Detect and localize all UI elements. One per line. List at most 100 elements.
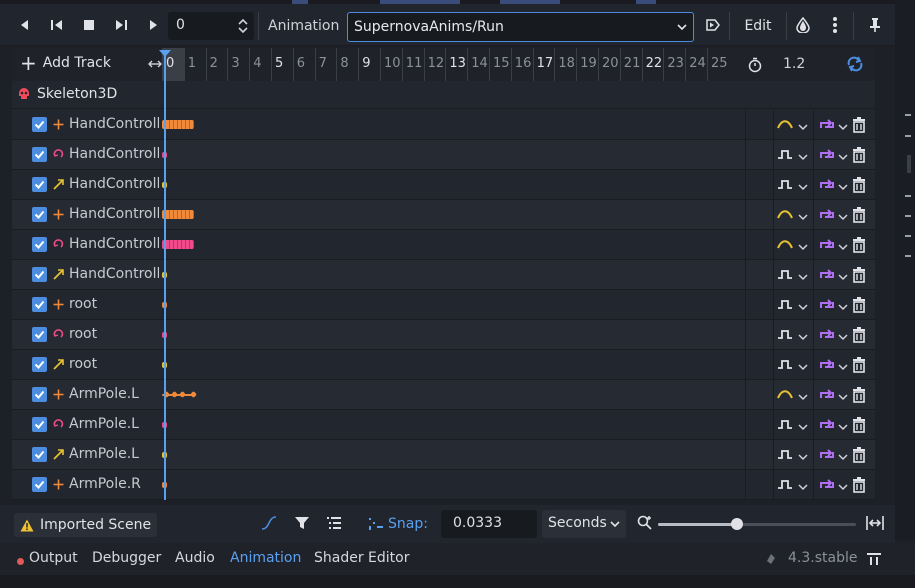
loop-wrap-dropdown[interactable]	[838, 180, 848, 196]
track-enabled-checkbox[interactable]	[32, 387, 47, 402]
interpolation-mode-button[interactable]	[777, 148, 793, 164]
loop-icon[interactable]	[846, 56, 864, 72]
track-keyframe-lane[interactable]	[162, 380, 745, 410]
track-keyframe-lane[interactable]	[162, 140, 745, 170]
track-name[interactable]: ArmPole.R	[69, 476, 159, 492]
track-name[interactable]: root	[69, 356, 159, 372]
track-keyframe-lane[interactable]	[162, 170, 745, 200]
interpolation-mode-button[interactable]	[777, 178, 793, 194]
track-row[interactable]: ArmPole.R	[12, 470, 875, 500]
skeleton-group-row[interactable]: Skeleton3D	[12, 81, 875, 109]
play-backwards-from-end-button[interactable]	[12, 12, 38, 38]
interpolation-mode-button[interactable]	[777, 328, 793, 344]
track-enabled-checkbox[interactable]	[32, 267, 47, 282]
track-name[interactable]: root	[69, 296, 159, 312]
loop-wrap-dropdown[interactable]	[838, 390, 848, 406]
track-keyframe-lane[interactable]	[162, 230, 745, 260]
pin-button[interactable]	[864, 12, 886, 38]
delete-track-button[interactable]	[852, 387, 866, 407]
imported-scene-warning[interactable]: Imported Scene	[14, 513, 158, 537]
delete-track-button[interactable]	[852, 207, 866, 227]
expand-horizontal-icon[interactable]	[148, 57, 162, 71]
keyframe[interactable]	[170, 390, 179, 399]
bezier-curve-icon[interactable]	[260, 515, 278, 531]
loop-wrap-dropdown[interactable]	[838, 240, 848, 256]
tab-shader-editor[interactable]: Shader Editor	[314, 550, 409, 566]
track-enabled-checkbox[interactable]	[32, 177, 47, 192]
track-enabled-checkbox[interactable]	[32, 117, 47, 132]
track-row[interactable]: HandControll	[12, 230, 875, 260]
track-row[interactable]: HandControll	[12, 200, 875, 230]
interpolation-dropdown[interactable]	[798, 300, 808, 316]
interpolation-dropdown[interactable]	[798, 360, 808, 376]
track-enabled-checkbox[interactable]	[32, 357, 47, 372]
track-row[interactable]: root	[12, 320, 875, 350]
interpolation-dropdown[interactable]	[798, 330, 808, 346]
interpolation-mode-button[interactable]	[777, 388, 793, 404]
interpolation-dropdown[interactable]	[798, 420, 808, 436]
loop-wrap-dropdown[interactable]	[838, 120, 848, 136]
delete-track-button[interactable]	[852, 447, 866, 467]
keyframe[interactable]	[189, 390, 198, 399]
stop-button[interactable]	[76, 12, 102, 38]
track-name[interactable]: HandControll	[69, 116, 159, 132]
track-row[interactable]: HandControll	[12, 140, 875, 170]
track-row[interactable]: ArmPole.L	[12, 380, 875, 410]
loop-wrap-dropdown[interactable]	[838, 300, 848, 316]
time-units-select[interactable]: Seconds	[542, 510, 626, 538]
play-backwards-button[interactable]	[44, 12, 70, 38]
track-enabled-checkbox[interactable]	[32, 417, 47, 432]
track-row[interactable]: ArmPole.L	[12, 440, 875, 470]
loop-wrap-button[interactable]	[818, 328, 836, 346]
track-keyframe-lane[interactable]	[162, 350, 745, 380]
delete-track-button[interactable]	[852, 477, 866, 497]
delete-track-button[interactable]	[852, 147, 866, 167]
track-keyframe-lane[interactable]	[162, 470, 745, 500]
track-enabled-checkbox[interactable]	[32, 237, 47, 252]
loop-wrap-dropdown[interactable]	[838, 480, 848, 496]
zoom-slider-knob[interactable]	[731, 518, 744, 530]
track-enabled-checkbox[interactable]	[32, 477, 47, 492]
expand-panel-icon[interactable]	[866, 552, 882, 566]
loop-wrap-button[interactable]	[818, 148, 836, 166]
interpolation-dropdown[interactable]	[798, 120, 808, 136]
track-keyframe-lane[interactable]	[162, 260, 745, 290]
track-row[interactable]: root	[12, 350, 875, 380]
track-keyframe-lane[interactable]	[162, 320, 745, 350]
loop-wrap-button[interactable]	[818, 418, 836, 436]
loop-wrap-dropdown[interactable]	[838, 270, 848, 286]
tab-output[interactable]: Output	[29, 550, 78, 566]
snap-value-field[interactable]: 0.0333	[441, 510, 537, 538]
interpolation-mode-button[interactable]	[777, 358, 793, 374]
filter-icon[interactable]	[294, 515, 310, 531]
track-name[interactable]: HandControll	[69, 266, 159, 282]
loop-wrap-button[interactable]	[818, 358, 836, 376]
keyframe-cluster[interactable]	[162, 210, 194, 219]
animation-select[interactable]: SupernovaAnims/Run	[347, 12, 694, 42]
track-enabled-checkbox[interactable]	[32, 297, 47, 312]
loop-wrap-button[interactable]	[818, 238, 836, 256]
track-row[interactable]: root	[12, 290, 875, 320]
track-enabled-checkbox[interactable]	[32, 147, 47, 162]
play-from-current-button[interactable]	[108, 12, 134, 38]
track-name[interactable]: HandControll	[69, 236, 159, 252]
tab-debugger[interactable]: Debugger	[92, 550, 161, 566]
onion-skinning-button[interactable]	[790, 12, 816, 38]
delete-track-button[interactable]	[852, 297, 866, 317]
interpolation-dropdown[interactable]	[798, 180, 808, 196]
animation-length-value[interactable]: 1.2	[783, 56, 805, 72]
interpolation-dropdown[interactable]	[798, 390, 808, 406]
interpolation-mode-button[interactable]	[777, 298, 793, 314]
interpolation-dropdown[interactable]	[798, 450, 808, 466]
track-keyframe-lane[interactable]	[162, 200, 745, 230]
interpolation-mode-button[interactable]	[777, 478, 793, 494]
interpolation-dropdown[interactable]	[798, 480, 808, 496]
track-row[interactable]: HandControll	[12, 260, 875, 290]
add-track-button[interactable]: + Add Track	[20, 53, 111, 73]
keyframe-cluster[interactable]	[162, 240, 194, 249]
keyframe-cluster[interactable]	[162, 120, 194, 129]
timeline-ruler[interactable]: 0 1 2 3 4 5 6 7 8 9 10 11 12 13 14 15 16 17 18 19 20 21 22 23 24…	[162, 48, 745, 81]
play-button[interactable]	[140, 12, 166, 38]
delete-track-button[interactable]	[852, 357, 866, 377]
snap-toggle[interactable]: Snap:	[368, 516, 428, 532]
